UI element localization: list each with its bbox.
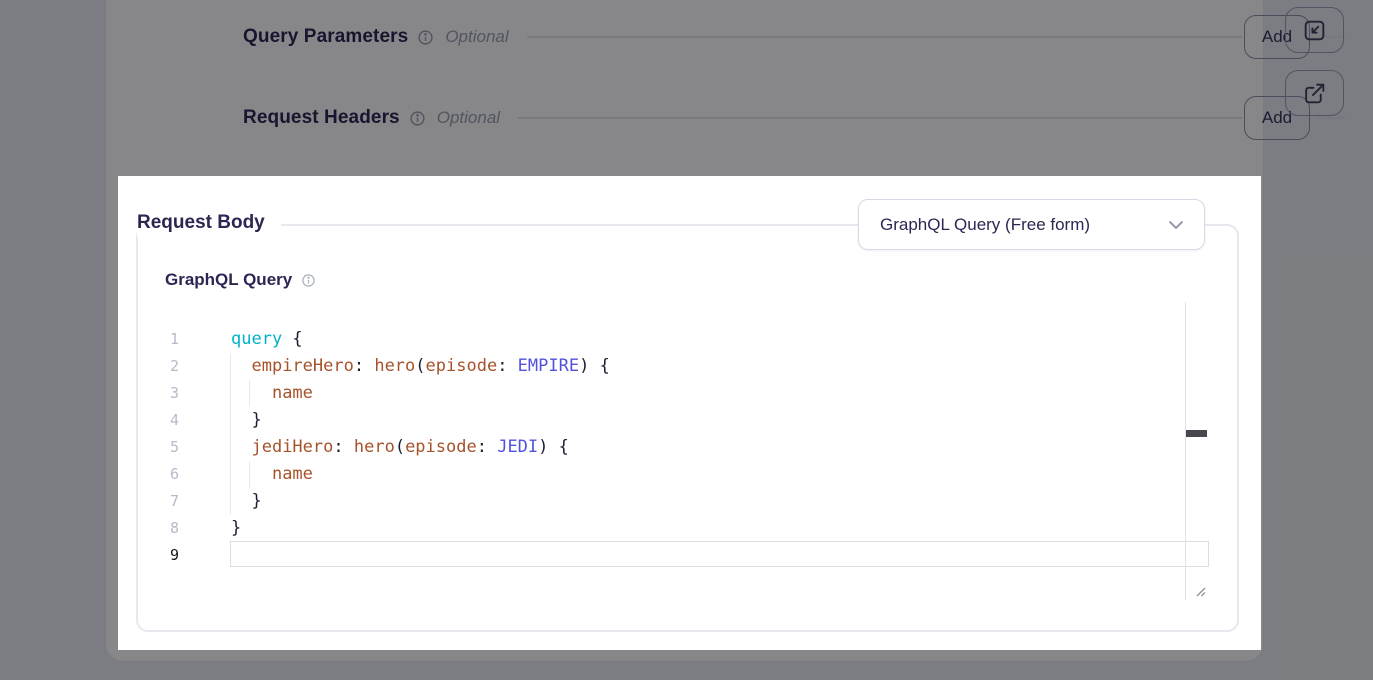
line-number: 3 <box>165 380 179 407</box>
editor-gutter: 123456789 <box>165 326 179 569</box>
line-number: 5 <box>165 434 179 461</box>
line-number: 7 <box>165 488 179 515</box>
graphql-query-label: GraphQL Query <box>165 270 292 290</box>
textarea-resize-handle[interactable] <box>1191 582 1207 598</box>
body-type-select-value: GraphQL Query (Free form) <box>859 215 1168 235</box>
editor-code[interactable]: query { empireHero: hero(episode: EMPIRE… <box>231 326 1209 569</box>
chevron-down-icon <box>1168 220 1184 230</box>
line-number: 8 <box>165 515 179 542</box>
code-line[interactable]: query { <box>231 326 1209 353</box>
line-number: 6 <box>165 461 179 488</box>
info-icon[interactable] <box>301 273 316 288</box>
request-body-modal: Request Body GraphQL Query (Free form) G… <box>118 176 1261 650</box>
line-number: 4 <box>165 407 179 434</box>
graphql-query-label-row: GraphQL Query <box>165 270 316 290</box>
page: Query Parameters Optional Add Request He… <box>0 0 1373 680</box>
request-body-title: Request Body <box>137 209 281 237</box>
graphql-code-editor[interactable]: 123456789 query { empireHero: hero(episo… <box>165 316 1225 608</box>
code-line[interactable]: name <box>231 461 1209 488</box>
line-number: 9 <box>165 542 179 569</box>
code-line[interactable]: empireHero: hero(episode: EMPIRE) { <box>231 353 1209 380</box>
line-number: 1 <box>165 326 179 353</box>
code-line[interactable]: } <box>231 407 1209 434</box>
body-type-select[interactable]: GraphQL Query (Free form) <box>858 199 1205 250</box>
line-number: 2 <box>165 353 179 380</box>
code-line[interactable]: name <box>231 380 1209 407</box>
code-line[interactable] <box>231 542 1209 569</box>
code-line[interactable]: } <box>231 488 1209 515</box>
code-line[interactable]: } <box>231 515 1209 542</box>
code-line[interactable]: jediHero: hero(episode: JEDI) { <box>231 434 1209 461</box>
